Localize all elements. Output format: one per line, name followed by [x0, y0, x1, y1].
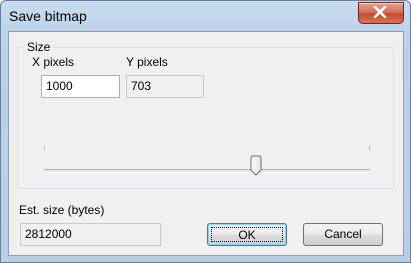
- size-slider-thumb[interactable]: [250, 155, 262, 176]
- y-pixels-label: Y pixels: [126, 55, 168, 69]
- close-icon: [373, 6, 387, 18]
- size-slider-track[interactable]: [44, 169, 370, 173]
- save-bitmap-dialog: Save bitmap Size X pixels Y pixels 1000 …: [0, 0, 411, 263]
- x-pixels-label: X pixels: [32, 55, 75, 69]
- close-button[interactable]: [358, 2, 404, 24]
- dialog-title: Save bitmap: [9, 8, 87, 24]
- est-size-field: 2812000: [20, 223, 161, 246]
- size-groupbox: Size X pixels Y pixels 1000 703: [17, 40, 394, 189]
- size-group-label: Size: [24, 40, 54, 54]
- y-pixels-field: 703: [126, 75, 204, 98]
- x-pixels-input[interactable]: 1000: [41, 75, 120, 98]
- dialog-client-area: Size X pixels Y pixels 1000 703 Est. siz…: [8, 31, 404, 256]
- title-bar[interactable]: Save bitmap: [1, 1, 410, 31]
- ok-button-label: OK: [211, 227, 283, 242]
- est-size-label: Est. size (bytes): [19, 203, 105, 217]
- slider-tick-max: [369, 146, 370, 151]
- slider-tick-min: [44, 146, 45, 151]
- ok-button[interactable]: OK: [207, 223, 287, 246]
- cancel-button[interactable]: Cancel: [303, 223, 383, 246]
